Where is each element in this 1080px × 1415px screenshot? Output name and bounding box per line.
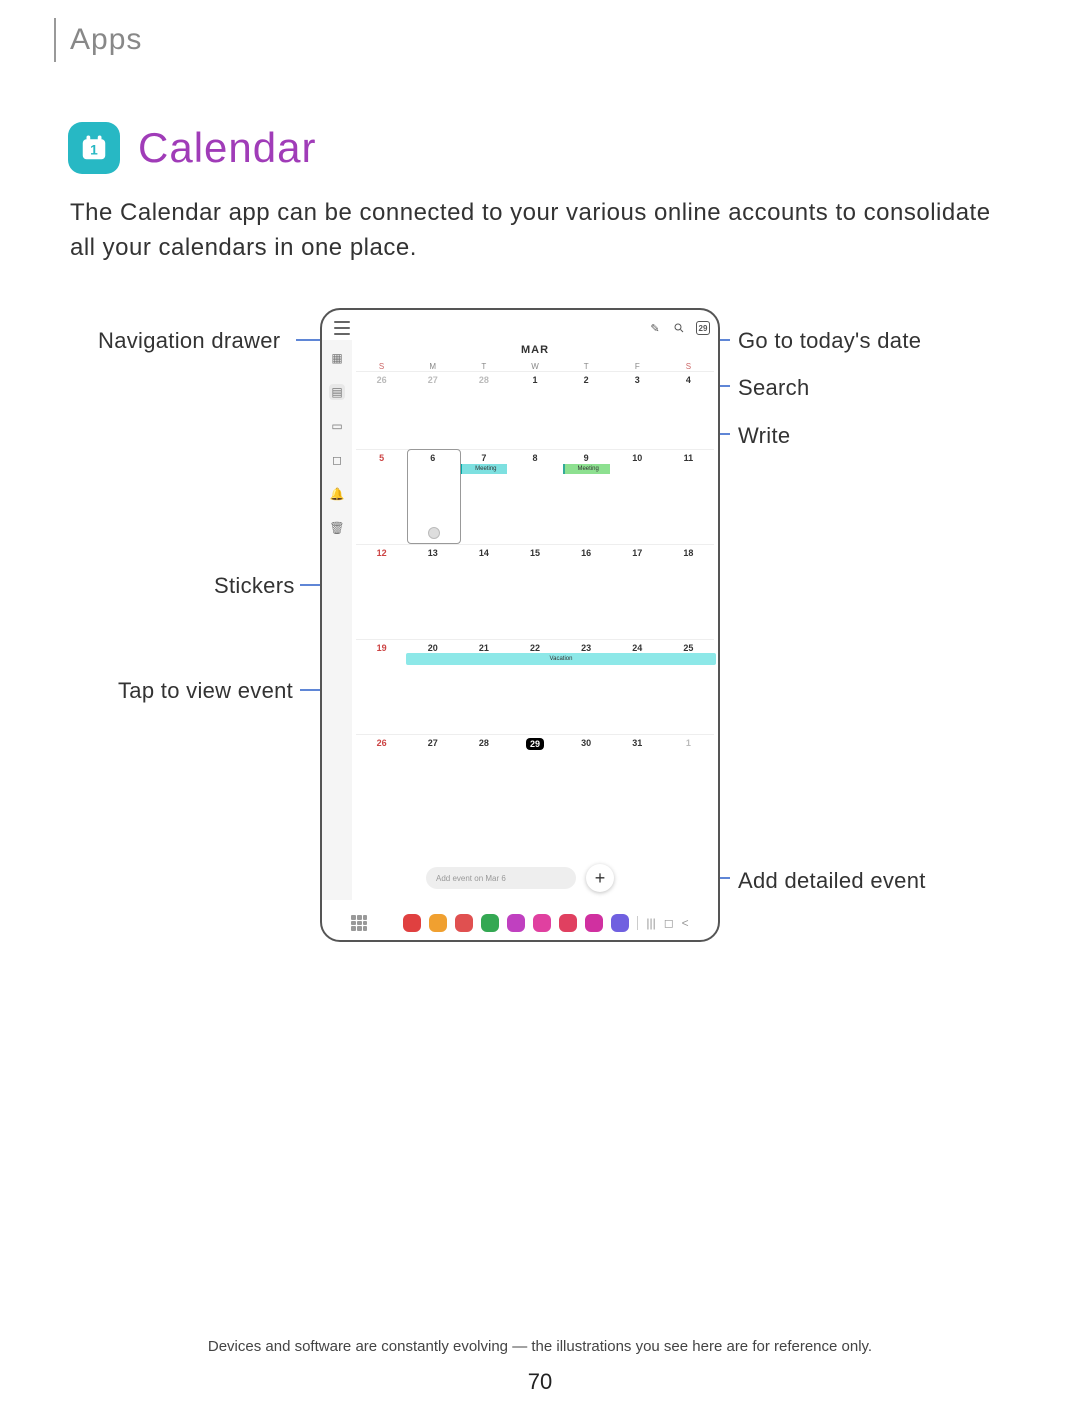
day-cell[interactable]: 31 bbox=[612, 735, 663, 829]
weeks-container: 2627281234567Meeting89Meeting10111213141… bbox=[356, 371, 714, 829]
title-row: 1 Calendar bbox=[68, 122, 1080, 174]
day-of-week-row: SMTWTFS bbox=[356, 362, 714, 371]
dock-app-icon[interactable] bbox=[403, 914, 421, 932]
view-day-icon[interactable]: ◻ bbox=[329, 452, 345, 468]
day-cell[interactable]: 17 bbox=[612, 545, 663, 639]
add-event-bar: Add event on Mar 6 + bbox=[426, 864, 614, 892]
dock-app-icon[interactable] bbox=[455, 914, 473, 932]
day-cell[interactable]: 16 bbox=[561, 545, 612, 639]
day-cell[interactable]: 27 bbox=[407, 735, 458, 829]
day-cell[interactable]: 27 bbox=[407, 372, 458, 449]
page-header: Apps bbox=[54, 18, 1080, 62]
view-week-icon[interactable]: ▭ bbox=[329, 418, 345, 434]
search-icon[interactable] bbox=[672, 321, 686, 335]
reminder-icon[interactable]: 🔔 bbox=[329, 486, 345, 502]
day-cell[interactable]: 1 bbox=[509, 372, 560, 449]
day-cell[interactable]: 7Meeting bbox=[458, 450, 509, 544]
day-cell[interactable]: 3 bbox=[612, 372, 663, 449]
day-cell[interactable]: 18 bbox=[663, 545, 714, 639]
device-dock: ||| ◻ < bbox=[322, 914, 718, 932]
nav-button[interactable]: ||| bbox=[646, 916, 655, 930]
day-cell[interactable]: 26 bbox=[356, 372, 407, 449]
day-cell[interactable]: 5 bbox=[356, 450, 407, 544]
multiday-event[interactable]: Vacation bbox=[406, 653, 716, 665]
day-cell[interactable]: 28 bbox=[458, 735, 509, 829]
day-cell[interactable]: 14 bbox=[458, 545, 509, 639]
day-cell[interactable]: 1 bbox=[663, 735, 714, 829]
day-cell[interactable]: 28 bbox=[458, 372, 509, 449]
month-label: MAR bbox=[356, 344, 714, 356]
hamburger-icon[interactable] bbox=[334, 321, 350, 335]
day-cell[interactable]: 11 bbox=[663, 450, 714, 544]
dock-app-icon[interactable] bbox=[481, 914, 499, 932]
calendar-grid: MAR SMTWTFS 2627281234567Meeting89Meetin… bbox=[352, 340, 718, 900]
today-icon[interactable]: 29 bbox=[696, 321, 710, 335]
nav-button[interactable]: ◻ bbox=[664, 916, 674, 930]
page-number: 70 bbox=[0, 1369, 1080, 1395]
device-frame: ✎ 29 ▦ ▤ ▭ ◻ 🔔 🗑 MAR SMTWTFS 26272812345… bbox=[320, 308, 720, 942]
dock-app-icon[interactable] bbox=[429, 914, 447, 932]
dock-app-icon[interactable] bbox=[585, 914, 603, 932]
day-cell[interactable]: 9Meeting bbox=[561, 450, 612, 544]
dock-app-icon[interactable] bbox=[559, 914, 577, 932]
footer-note: Devices and software are constantly evol… bbox=[0, 1338, 1080, 1355]
add-detailed-button[interactable]: + bbox=[586, 864, 614, 892]
day-cell[interactable]: 26 bbox=[356, 735, 407, 829]
dock-app-icon[interactable] bbox=[611, 914, 629, 932]
week-row: 567Meeting89Meeting1011 bbox=[356, 449, 714, 544]
calendar-sidebar: ▦ ▤ ▭ ◻ 🔔 🗑 bbox=[322, 340, 352, 900]
page-title: Calendar bbox=[138, 124, 316, 172]
day-cell[interactable]: 15 bbox=[509, 545, 560, 639]
calendar-top-bar: ✎ 29 bbox=[322, 310, 718, 340]
trash-icon[interactable]: 🗑 bbox=[329, 520, 345, 536]
day-cell[interactable]: 19 bbox=[356, 640, 407, 734]
dock-app-icon[interactable] bbox=[533, 914, 551, 932]
day-cell[interactable]: 12 bbox=[356, 545, 407, 639]
page-description: The Calendar app can be connected to you… bbox=[70, 196, 1010, 266]
figure-area: Navigation drawer Stickers Tap to view e… bbox=[0, 278, 1080, 958]
write-icon[interactable]: ✎ bbox=[648, 321, 662, 335]
sticker-icon[interactable] bbox=[428, 527, 440, 539]
section-label: Apps bbox=[70, 23, 142, 57]
view-year-icon[interactable]: ▦ bbox=[329, 350, 345, 366]
week-row: 2627281234 bbox=[356, 371, 714, 449]
app-drawer-icon[interactable] bbox=[351, 915, 367, 931]
day-cell[interactable]: 29 bbox=[509, 735, 560, 829]
calendar-app-icon: 1 bbox=[68, 122, 120, 174]
svg-text:1: 1 bbox=[90, 142, 98, 157]
day-cell[interactable]: 13 bbox=[407, 545, 458, 639]
dock-app-icon[interactable] bbox=[507, 914, 525, 932]
day-cell[interactable]: 8 bbox=[509, 450, 560, 544]
day-cell[interactable]: 10 bbox=[612, 450, 663, 544]
event-bar[interactable]: Meeting bbox=[460, 464, 507, 474]
nav-button[interactable]: < bbox=[682, 916, 689, 930]
day-cell[interactable]: 30 bbox=[561, 735, 612, 829]
event-bar[interactable]: Meeting bbox=[563, 464, 610, 474]
week-row: 2627282930311 bbox=[356, 734, 714, 829]
week-row: 12131415161718 bbox=[356, 544, 714, 639]
day-cell[interactable]: 2 bbox=[561, 372, 612, 449]
quick-add-input[interactable]: Add event on Mar 6 bbox=[426, 867, 576, 889]
view-month-icon[interactable]: ▤ bbox=[329, 384, 345, 400]
day-cell[interactable]: 4 bbox=[663, 372, 714, 449]
